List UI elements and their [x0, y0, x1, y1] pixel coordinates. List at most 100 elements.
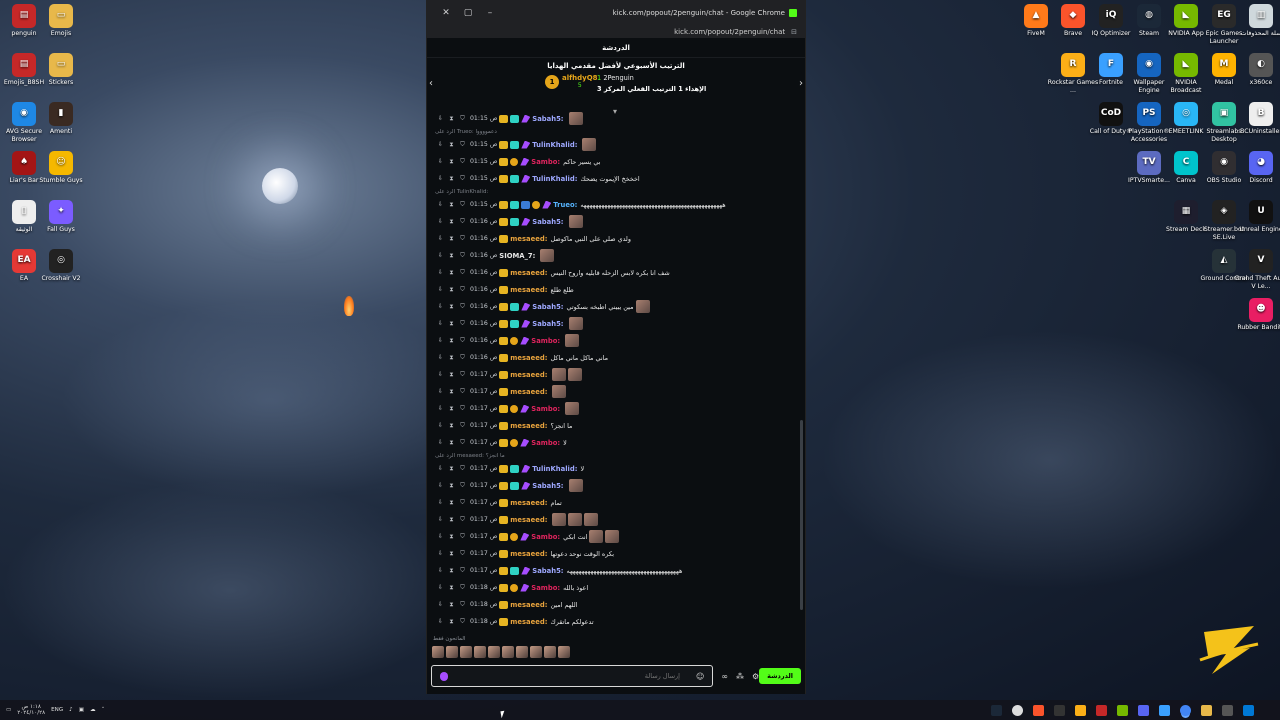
chat-message[interactable]: ⇩ ⧗ ⛉ 01:17 ص mesaeed: [427, 366, 805, 383]
pin-icon[interactable]: ⇩ [437, 201, 444, 208]
brave-taskbar-icon[interactable] [1033, 704, 1044, 716]
chat-message[interactable]: ⇩ ⧗ ⛉ 01:15 ص TulinKhalid: [427, 136, 805, 153]
chat-message[interactable]: ⇩ ⧗ ⛉ 01:16 ص Sabah5: [427, 315, 805, 332]
pin-icon[interactable]: ⇩ [437, 252, 444, 259]
chat-scrollbar[interactable] [800, 420, 803, 610]
shield-icon[interactable]: ⛉ [459, 584, 466, 591]
shield-icon[interactable]: ⛉ [459, 499, 466, 506]
message-username[interactable]: Sambo: [531, 533, 560, 541]
message-username[interactable]: Sabah5: [532, 567, 563, 575]
message-username[interactable]: Sambo: [531, 584, 560, 592]
nvidia-taskbar-icon[interactable] [1117, 704, 1128, 716]
shield-icon[interactable]: ⛉ [459, 175, 466, 182]
message-username[interactable]: mesaeed: [510, 601, 547, 609]
chat-message[interactable]: ⇩ ⧗ ⛉ 01:15 ص Sambo: بي يسير حاكم [427, 153, 805, 170]
address-bar[interactable]: kick.com/popout/2penguin/chat ⊟ [427, 25, 805, 38]
message-username[interactable]: Sambo: [531, 405, 560, 413]
chat-message[interactable]: ⇩ ⧗ ⛉ 01:17 ص mesaeed: [427, 511, 805, 528]
message-username[interactable]: mesaeed: [510, 269, 547, 277]
message-username[interactable]: SIOMA_7: [499, 252, 535, 260]
close-icon[interactable]: ✕ [435, 8, 457, 18]
shield-icon[interactable]: ⛉ [459, 371, 466, 378]
desktop-icon[interactable]: ◎ Crosshair V2 [34, 249, 88, 283]
search-taskbar-icon[interactable] [1222, 704, 1233, 716]
shield-icon[interactable]: ⛉ [459, 235, 466, 242]
shield-icon[interactable]: ⛉ [459, 337, 466, 344]
pin-icon[interactable]: ⇩ [437, 175, 444, 182]
message-username[interactable]: Sabah5: [532, 115, 563, 123]
shield-icon[interactable]: ⛉ [459, 422, 466, 429]
message-username[interactable]: mesaeed: [510, 550, 547, 558]
message-username[interactable]: mesaeed: [510, 286, 547, 294]
pin-icon[interactable]: ⇩ [437, 567, 444, 574]
chat-message[interactable]: ⇩ ⧗ ⛉ 01:16 ص Sambo: [427, 332, 805, 349]
link-icon[interactable]: ∞ [721, 672, 728, 681]
message-username[interactable]: TulinKhalid: [532, 465, 577, 473]
chevron-left-icon[interactable]: ‹ [429, 78, 433, 89]
hourglass-icon[interactable]: ⧗ [448, 439, 455, 446]
shield-icon[interactable]: ⛉ [459, 439, 466, 446]
clock[interactable]: ١:١٨ ص ٢٠٢٤/١٠/٢٨ [17, 704, 45, 716]
explorer-taskbar-icon[interactable] [1201, 704, 1212, 716]
chat-message[interactable]: ⇩ ⧗ ⛉ 01:16 ص Sabah5: [427, 213, 805, 230]
chat-message[interactable]: ⇩ ⧗ ⛉ 01:18 ص mesaeed: اللهم امين [427, 596, 805, 613]
chevron-right-icon[interactable]: › [799, 78, 803, 89]
network-icon[interactable]: ▣ [79, 707, 84, 713]
hourglass-icon[interactable]: ⧗ [448, 158, 455, 165]
pin-icon[interactable]: ⇩ [437, 115, 444, 122]
pin-icon[interactable]: ⇩ [437, 465, 444, 472]
message-username[interactable]: mesaeed: [510, 388, 547, 396]
hourglass-icon[interactable]: ⧗ [448, 175, 455, 182]
shield-icon[interactable]: ⛉ [459, 201, 466, 208]
message-username[interactable]: mesaeed: [510, 235, 547, 243]
message-username[interactable]: Sambo: [531, 158, 560, 166]
epic-taskbar-icon[interactable] [1054, 704, 1065, 716]
chat-message[interactable]: ⇩ ⧗ ⛉ 01:16 ص mesaeed: طلع طلع [427, 281, 805, 298]
hourglass-icon[interactable]: ⧗ [448, 465, 455, 472]
pin-icon[interactable]: ⇩ [437, 439, 444, 446]
hourglass-icon[interactable]: ⧗ [448, 388, 455, 395]
pin-icon[interactable]: ⇩ [437, 235, 444, 242]
message-username[interactable]: Trueo: [553, 201, 577, 209]
record-taskbar-icon[interactable] [1096, 704, 1107, 716]
chat-message[interactable]: ⇩ ⧗ ⛉ 01:17 ص mesaeed: [427, 383, 805, 400]
hourglass-icon[interactable]: ⧗ [448, 286, 455, 293]
pin-icon[interactable]: ⇩ [437, 584, 444, 591]
rockstar-taskbar-icon[interactable] [1075, 704, 1086, 716]
extension-icon[interactable]: ⊟ [791, 28, 797, 36]
chat-message[interactable]: ⇩ ⧗ ⛉ 01:17 ص Sabah5: [427, 477, 805, 494]
chrome-taskbar-icon[interactable] [1180, 704, 1191, 716]
shield-icon[interactable]: ⛉ [459, 115, 466, 122]
pin-icon[interactable]: ⇩ [437, 533, 444, 540]
desktop-icon[interactable]: ▭ Stickers [34, 53, 88, 87]
hourglass-icon[interactable]: ⧗ [448, 354, 455, 361]
pin-icon[interactable]: ⇩ [437, 422, 444, 429]
gear-icon[interactable]: ⚙ [752, 672, 759, 681]
chat-input-box[interactable]: ☺ [431, 665, 714, 687]
pin-icon[interactable]: ⇩ [437, 388, 444, 395]
hourglass-icon[interactable]: ⧗ [448, 516, 455, 523]
shield-icon[interactable]: ⛉ [459, 567, 466, 574]
pin-icon[interactable]: ⇩ [437, 405, 444, 412]
chat-message[interactable]: ⇩ ⧗ ⛉ 01:16 ص mesaeed: شف انا بكره لابس الزحل… [427, 264, 805, 281]
microphone-icon[interactable] [440, 671, 448, 681]
chat-message[interactable]: ⇩ ⧗ ⛉ 01:17 ص mesaeed: تمام [427, 494, 805, 511]
chat-message[interactable]: ⇩ ⧗ ⛉ 01:17 ص Sabah5: ههههههههههههههههههههههه… [427, 562, 805, 579]
obs-taskbar-icon[interactable] [1012, 704, 1023, 716]
hourglass-icon[interactable]: ⧗ [448, 584, 455, 591]
hourglass-icon[interactable]: ⧗ [448, 550, 455, 557]
pin-icon[interactable]: ⇩ [437, 337, 444, 344]
desktop-icon[interactable]: ▮ Amenti [34, 102, 88, 136]
message-username[interactable]: Sabah5: [532, 303, 563, 311]
hourglass-icon[interactable]: ⧗ [448, 252, 455, 259]
notification-icon[interactable]: ▭ [6, 707, 11, 713]
chat-message[interactable]: ⇩ ⧗ ⛉ 01:17 ص Sambo: لا [427, 434, 805, 451]
hourglass-icon[interactable]: ⧗ [448, 337, 455, 344]
shield-icon[interactable]: ⛉ [459, 601, 466, 608]
chat-message[interactable]: ⇩ ⧗ ⛉ 01:17 ص TulinKhalid: لا [427, 460, 805, 477]
hourglass-icon[interactable]: ⧗ [448, 141, 455, 148]
hourglass-icon[interactable]: ⧗ [448, 115, 455, 122]
hourglass-icon[interactable]: ⧗ [448, 601, 455, 608]
desktop-icon[interactable]: V Grand Theft Auto V Le... [1234, 249, 1280, 290]
chat-message[interactable]: ⇩ ⧗ ⛉ 01:17 ص mesaeed: ما انجز؟ [427, 417, 805, 434]
